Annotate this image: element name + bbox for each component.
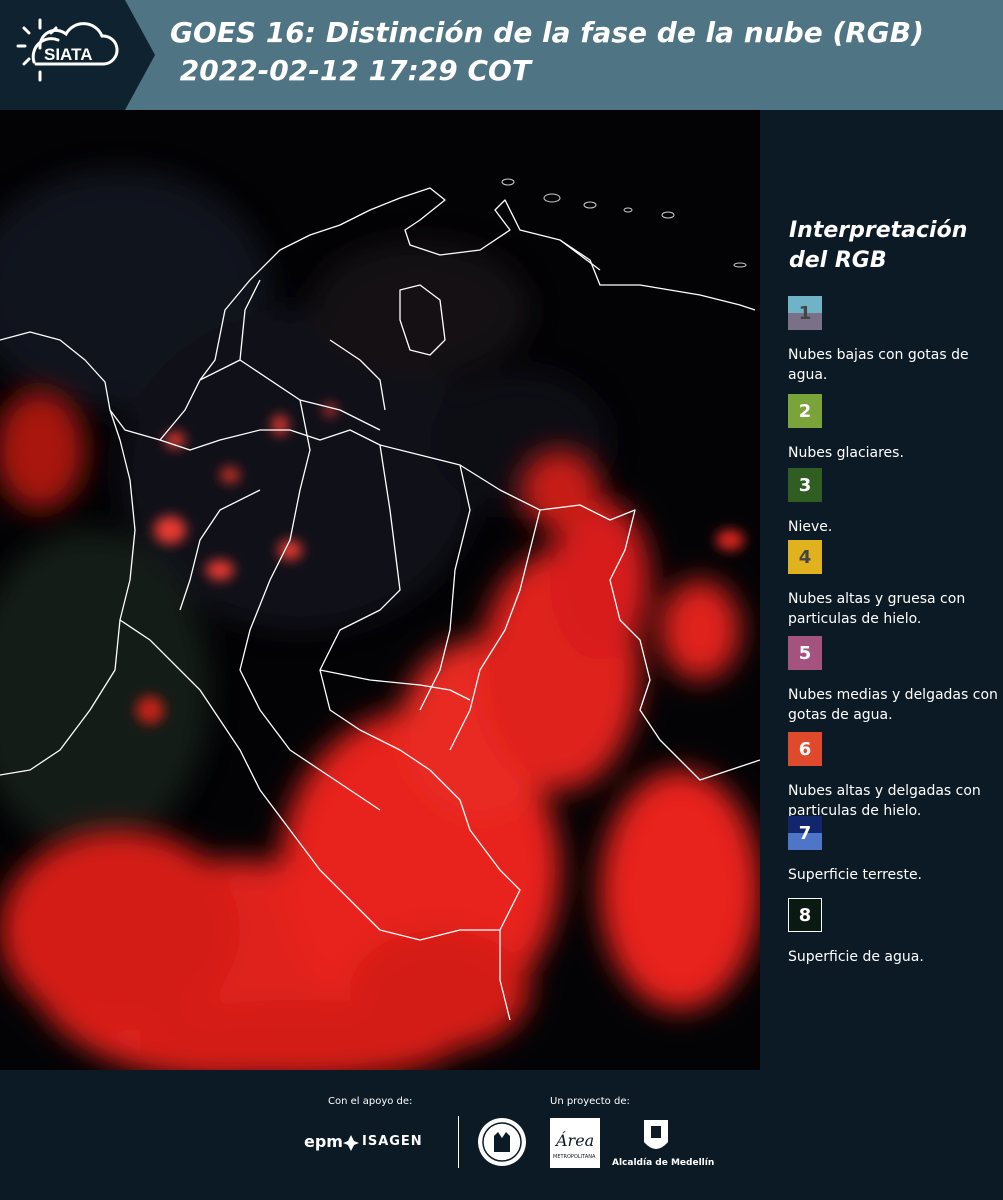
- legend-label-4: Nubes altas y gruesa con particulas de h…: [788, 591, 966, 627]
- header: SIATA GOES 16: Distinción de la fase de …: [0, 0, 1003, 110]
- legend-swatch-6: 6: [788, 732, 822, 766]
- title-line-2: 2022-02-12 17:29 COT: [170, 54, 531, 87]
- legend-swatch-4: 4: [788, 540, 822, 574]
- legend-swatch-3: 3: [788, 468, 822, 502]
- legend-label-1: Nubes bajas con gotas de agua.: [788, 347, 969, 383]
- footer-divider: [458, 1116, 459, 1168]
- legend-number: 3: [798, 474, 812, 496]
- legend-label-5: Nubes medias y delgadas con gotas de agu…: [788, 687, 998, 723]
- epm-logo: epm: [304, 1132, 343, 1151]
- footer: Con el apoyo de: Un proyecto de: epm ISA…: [0, 1070, 1003, 1200]
- logo-text: SIATA: [44, 45, 92, 64]
- page-title: GOES 16: Distinción de la fase de la nub…: [170, 14, 924, 90]
- legend-label-2: Nubes glaciares.: [788, 445, 904, 461]
- legend-swatch-5: 5: [788, 636, 822, 670]
- legend-number: 1: [798, 302, 812, 324]
- legend-number: 7: [798, 822, 812, 844]
- title-line-1: GOES 16: Distinción de la fase de la nub…: [170, 16, 924, 49]
- support-label: Con el apoyo de:: [328, 1096, 413, 1107]
- legend-number: 5: [798, 642, 812, 664]
- legend-label-6: Nubes altas y delgadas con particulas de…: [788, 783, 981, 819]
- medellin-shield-icon: [644, 1120, 668, 1149]
- legend-title: Interpretación del RGB: [789, 218, 968, 273]
- legend-swatch-8: 8: [788, 898, 822, 932]
- isagen-icon: [343, 1135, 359, 1151]
- project-label: Un proyecto de:: [550, 1096, 630, 1107]
- sun-cloud-icon: SIATA: [16, 18, 119, 82]
- legend-label-3: Nieve.: [788, 519, 833, 535]
- legend-panel: Interpretación del RGB 1 Nubes bajas con …: [760, 110, 1003, 1070]
- svg-text:METROPOLITANA: METROPOLITANA: [553, 1154, 596, 1160]
- legend-swatch-1: 1: [788, 296, 822, 330]
- legend-swatch-7: 7: [788, 816, 822, 850]
- svg-text:Área: Área: [554, 1130, 594, 1150]
- alcaldia-logo: Alcaldía de Medellín: [612, 1158, 715, 1168]
- seal-icon: [478, 1118, 526, 1166]
- area-metropolitana-logo: Área METROPOLITANA: [550, 1118, 600, 1168]
- legend-swatch-2: 2: [788, 394, 822, 428]
- legend-number: 8: [798, 904, 812, 926]
- satellite-map: [0, 110, 760, 1070]
- legend-number: 2: [798, 400, 812, 422]
- legend-number: 4: [798, 546, 812, 568]
- legend-number: 6: [798, 738, 812, 760]
- legend-label-8: Superficie de agua.: [788, 949, 924, 965]
- legend-label-7: Superficie terreste.: [788, 867, 923, 883]
- isagen-logo: ISAGEN: [362, 1134, 423, 1149]
- siata-logo: SIATA: [0, 0, 155, 110]
